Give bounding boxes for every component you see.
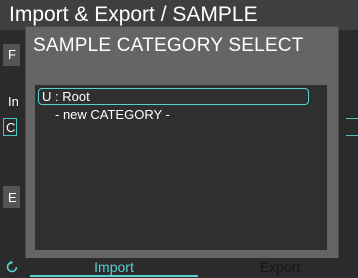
refresh-icon[interactable] [5, 260, 19, 274]
list-item-new-category[interactable]: - new CATEGORY - [55, 107, 170, 122]
list-item-root[interactable]: U : Root [38, 88, 309, 105]
category-select-dialog: SAMPLE CATEGORY SELECT U : Root - new CA… [26, 27, 338, 259]
tab-export[interactable]: Export [205, 258, 355, 277]
bg-label-f: F [8, 47, 16, 62]
bg-label-e: E [8, 190, 17, 205]
bg-field-c-edge [346, 118, 358, 136]
screen: Import & Export / SAMPLE F In C E SAMPLE… [0, 0, 358, 278]
category-list[interactable]: U : Root - new CATEGORY - [35, 85, 327, 250]
page-title: Import & Export / SAMPLE [9, 3, 258, 26]
bottom-bar: Import Export [0, 258, 358, 278]
bg-label-in: In [8, 94, 19, 109]
dialog-title: SAMPLE CATEGORY SELECT [33, 35, 304, 56]
tab-import[interactable]: Import [30, 258, 198, 277]
page-header: Import & Export / SAMPLE [0, 0, 358, 30]
bg-field-c: C [3, 118, 17, 136]
